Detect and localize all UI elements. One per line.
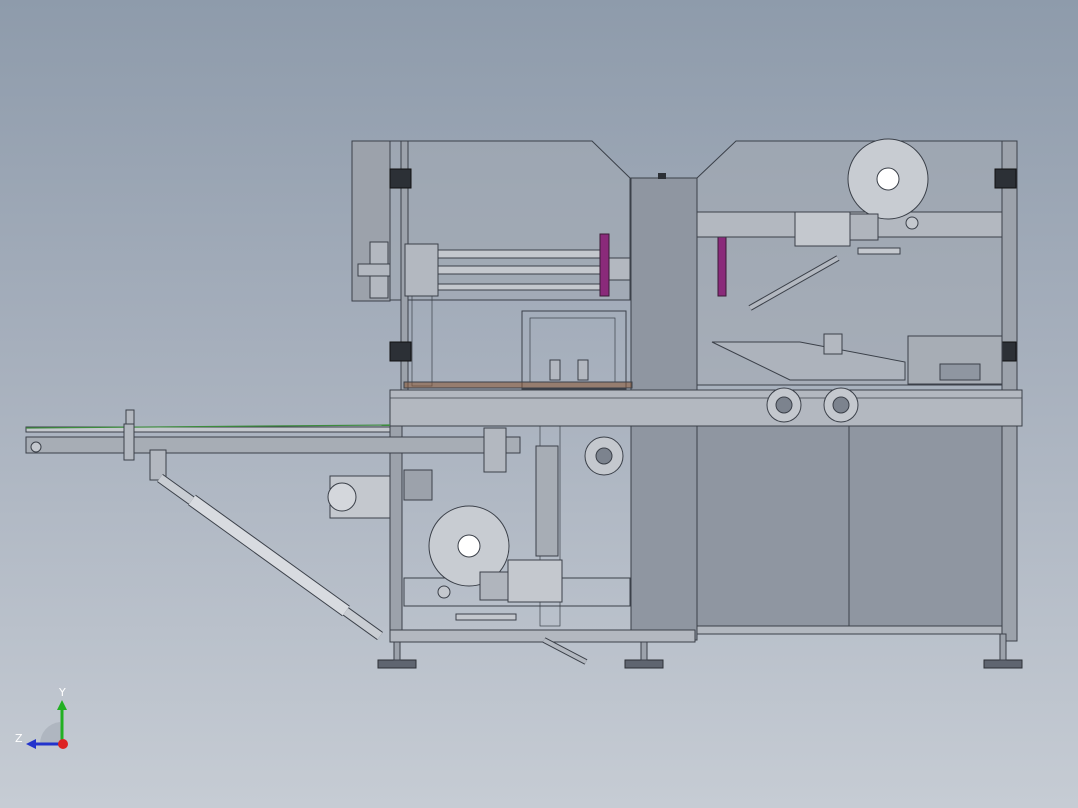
y-axis-arrowhead [57, 700, 67, 710]
foot-left [377, 659, 417, 669]
foot-center [624, 659, 664, 669]
hinge-lower-left [389, 341, 412, 362]
machine-assembly-model[interactable] [0, 0, 1078, 808]
graphics-viewport[interactable]: Y Z [0, 0, 1078, 808]
hinge-upper-right [994, 168, 1017, 189]
hinge-upper-left [389, 168, 412, 189]
seal-bar-left [599, 233, 610, 297]
main-table [389, 387, 1023, 427]
lower-right-cabinet [696, 425, 1003, 635]
y-axis-label: Y [59, 686, 66, 699]
foot-right [983, 659, 1023, 669]
left-film-frame [403, 310, 633, 390]
seal-bar-right [717, 233, 727, 297]
motor-lower-mid [507, 559, 563, 603]
x-axis-dot [58, 739, 68, 749]
motor-top [794, 211, 851, 247]
z-axis-arrowhead [26, 739, 36, 749]
z-axis-label: Z [15, 732, 23, 745]
triad-arc [39, 722, 62, 744]
